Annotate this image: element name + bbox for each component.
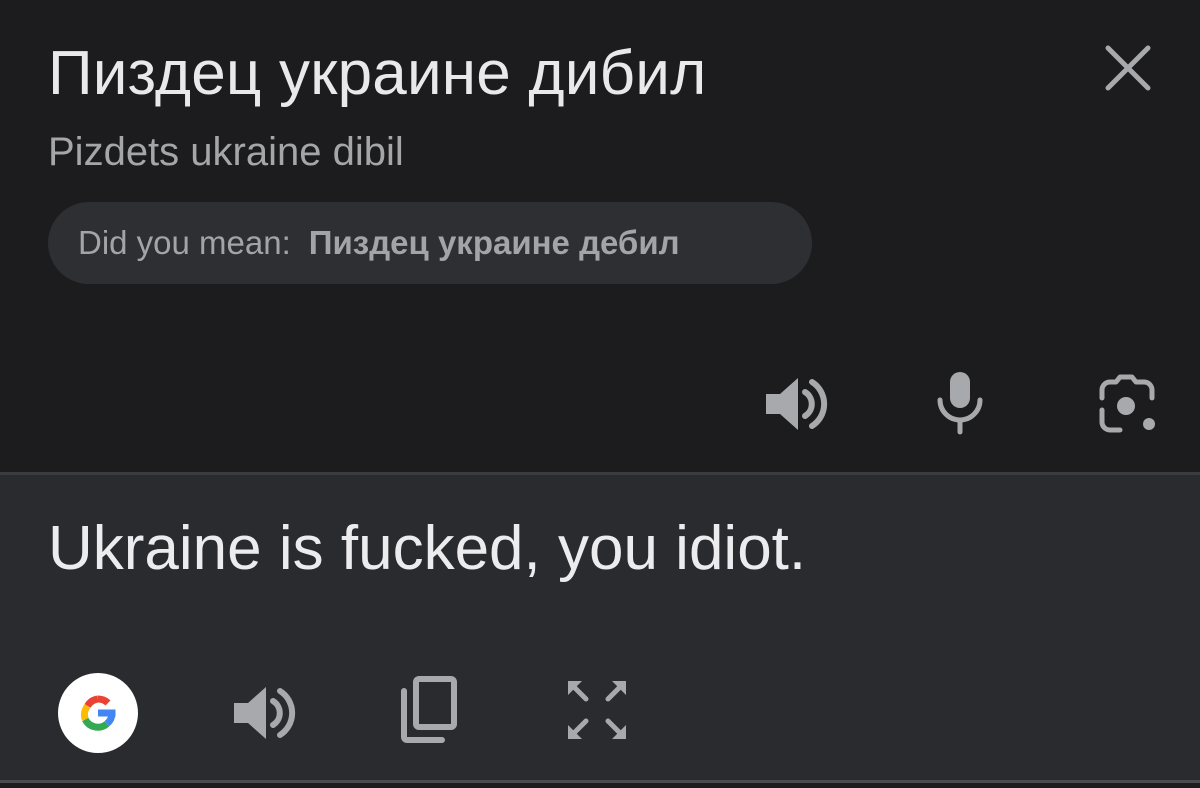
google-logo-icon [80,695,116,731]
source-text[interactable]: Пиздец украине дибил [48,38,706,110]
microphone-icon [937,372,983,435]
google-search-button[interactable] [58,673,138,753]
microphone-button[interactable] [930,370,990,436]
camera-button[interactable] [1094,374,1160,436]
transliteration-text: Pizdets ukraine dibil [48,130,404,174]
speaker-icon [234,687,296,739]
close-button[interactable] [1098,38,1158,98]
did-you-mean-chip[interactable]: Did you mean: Пиздец украине дебил [48,202,812,284]
translation-text[interactable]: Ukraine is fucked, you idiot. [48,513,806,585]
source-speaker-button[interactable] [760,372,830,436]
copy-icon [401,676,457,743]
fullscreen-button[interactable] [564,677,630,743]
close-icon [1105,45,1151,91]
camera-icon [1099,374,1155,433]
did-you-mean-suggestion[interactable]: Пиздец украине дебил [309,224,680,262]
source-panel: Пиздец украине дибил Pizdets ukraine dib… [0,0,1200,472]
copy-button[interactable] [398,675,460,745]
fullscreen-icon [568,681,626,739]
translation-speaker-button[interactable] [230,681,296,745]
translate-screen: Пиздец украине дибил Pizdets ukraine dib… [0,0,1200,788]
speaker-icon [766,378,828,430]
translation-panel: Ukraine is fucked, you idiot. [0,475,1200,780]
bottom-strip [0,783,1200,788]
did-you-mean-label: Did you mean: [78,224,291,261]
